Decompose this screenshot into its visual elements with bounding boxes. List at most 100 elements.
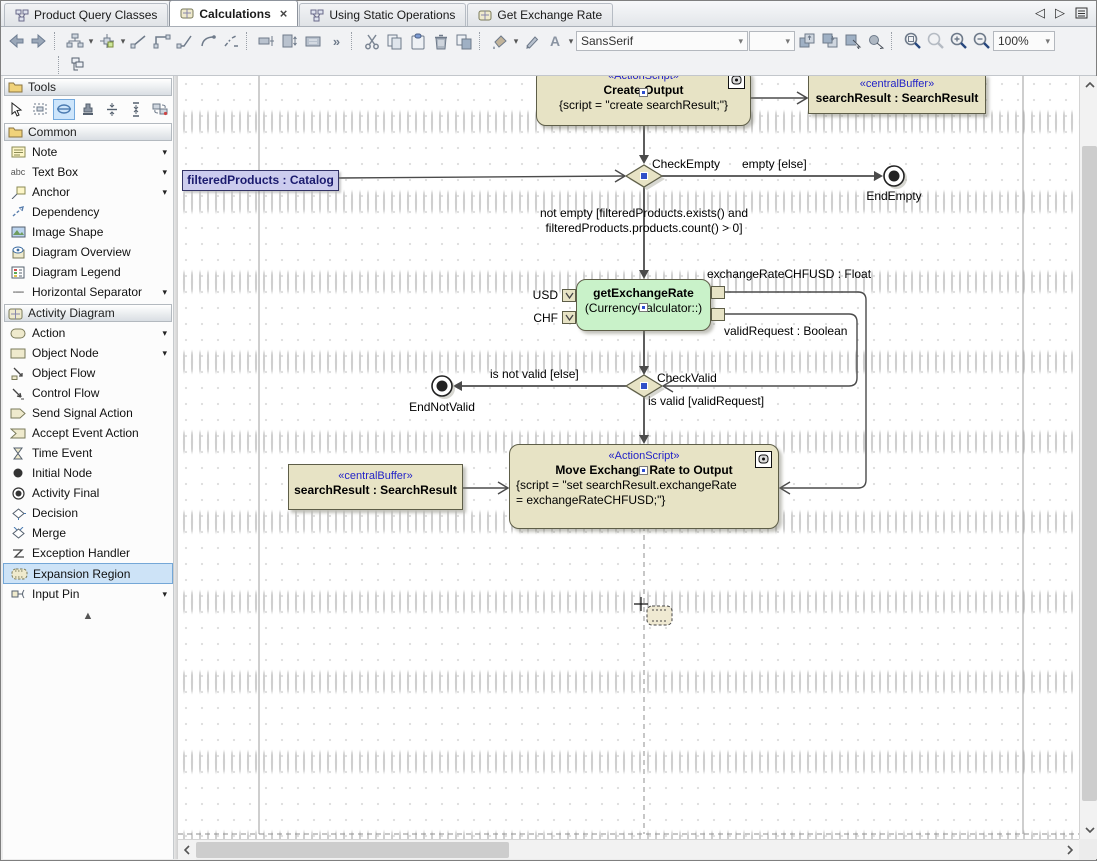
- palette-item-control-flow[interactable]: Control Flow: [3, 383, 173, 403]
- palette-item-image-shape[interactable]: Image Shape: [3, 222, 173, 242]
- quicklayout-icon[interactable]: [96, 30, 118, 52]
- refresh-diagram-icon[interactable]: [149, 99, 171, 120]
- palette-item-activity-final[interactable]: Activity Final: [3, 483, 173, 503]
- forward-icon[interactable]: [28, 30, 50, 52]
- make-same-height-icon[interactable]: [279, 30, 301, 52]
- copy-icon[interactable]: [384, 30, 406, 52]
- diagram-legend-icon: [9, 266, 27, 279]
- tab-using-static-operations[interactable]: Using Static Operations: [299, 3, 466, 26]
- value-pin-chf[interactable]: [562, 311, 576, 324]
- palette-item-text-box[interactable]: abc Text Box▾: [3, 162, 173, 182]
- value-pin-usd[interactable]: [562, 289, 576, 302]
- line-color-icon[interactable]: [521, 30, 543, 52]
- toolbar-overflow-icon[interactable]: »: [325, 30, 347, 52]
- zoom-out-icon[interactable]: [970, 30, 992, 52]
- make-same-width-icon[interactable]: [256, 30, 278, 52]
- paste-icon[interactable]: [407, 30, 429, 52]
- palette-item-send-signal-action[interactable]: Send Signal Action: [3, 403, 173, 423]
- custom-path-icon[interactable]: [220, 30, 242, 52]
- tab-scroll-left-icon[interactable]: ◁: [1035, 5, 1045, 21]
- layout-diagram-icon[interactable]: [64, 30, 86, 52]
- scroll-down-icon[interactable]: [1080, 821, 1097, 839]
- copy-with-format-icon[interactable]: [453, 30, 475, 52]
- curved-path-icon[interactable]: [197, 30, 219, 52]
- zoom-region-icon[interactable]: [901, 30, 923, 52]
- central-buffer-search-result-bottom[interactable]: «centralBuffer» searchResult : SearchRes…: [288, 464, 463, 510]
- object-node-filtered-products[interactable]: filteredProducts : Catalog: [182, 170, 339, 191]
- fill-color-caret[interactable]: ▾: [512, 36, 520, 47]
- palette-item-decision[interactable]: Decision: [3, 503, 173, 523]
- scroll-left-icon[interactable]: [178, 840, 196, 860]
- tab-product-query-classes[interactable]: Product Query Classes: [4, 3, 168, 26]
- palette-item-expansion-region[interactable]: Expansion Region: [3, 563, 173, 584]
- palette-header-common[interactable]: Common: [4, 123, 172, 141]
- palette-header-activity-diagram[interactable]: Activity Diagram: [4, 304, 172, 322]
- palette-item-note[interactable]: Note▾: [3, 142, 173, 162]
- zoom-in-icon[interactable]: [947, 30, 969, 52]
- layout-dropdown-caret[interactable]: ▾: [87, 36, 95, 47]
- palette-header-tools[interactable]: Tools: [4, 78, 172, 96]
- zoom-level-combo[interactable]: 100% ▾: [993, 31, 1055, 51]
- output-pin-valid-request[interactable]: [711, 308, 725, 321]
- zoom-level-value: 100%: [998, 34, 1029, 48]
- tab-get-exchange-rate[interactable]: Get Exchange Rate: [467, 3, 613, 26]
- select-in-browser-icon[interactable]: [842, 30, 864, 52]
- palette-item-exception-handler[interactable]: Exception Handler: [3, 543, 173, 563]
- distribute-vertical-icon[interactable]: [101, 99, 123, 120]
- palette-item-merge[interactable]: Merge: [3, 523, 173, 543]
- bent-path-icon[interactable]: [174, 30, 196, 52]
- scrollbar-corner: [1079, 839, 1097, 859]
- palette-item-diagram-legend[interactable]: Diagram Legend: [3, 262, 173, 282]
- horizontal-scroll-thumb[interactable]: [196, 842, 509, 858]
- send-to-back-icon[interactable]: [819, 30, 841, 52]
- palette-item-object-node[interactable]: Object Node▾: [3, 343, 173, 363]
- vertical-scrollbar[interactable]: [1079, 76, 1097, 839]
- show-containment-icon[interactable]: [67, 54, 89, 76]
- palette-item-initial-node[interactable]: Initial Node: [3, 463, 173, 483]
- palette-item-input-pin[interactable]: Input Pin▾: [3, 584, 173, 604]
- bring-to-front-icon[interactable]: [796, 30, 818, 52]
- tab-calculations[interactable]: Calculations ×: [169, 0, 298, 26]
- font-color-caret[interactable]: ▾: [567, 36, 575, 47]
- palette-item-action[interactable]: Action▾: [3, 323, 173, 343]
- back-icon[interactable]: [5, 30, 27, 52]
- scroll-up-icon[interactable]: [1080, 76, 1097, 94]
- diagram-canvas[interactable]: «ActionScript» Create Output {script = "…: [178, 76, 1079, 839]
- vertical-scroll-thumb[interactable]: [1082, 146, 1097, 801]
- stamp-tool-icon[interactable]: [77, 99, 99, 120]
- palette-item-accept-event-action[interactable]: Accept Event Action: [3, 423, 173, 443]
- oblique-path-icon[interactable]: [128, 30, 150, 52]
- palette-item-object-flow[interactable]: Object Flow: [3, 363, 173, 383]
- horizontal-scrollbar[interactable]: [178, 839, 1079, 859]
- quicklayout-dropdown-caret[interactable]: ▾: [119, 36, 127, 47]
- marquee-tool-icon[interactable]: [29, 99, 51, 120]
- pointer-tool-icon[interactable]: [5, 99, 27, 120]
- tab-list-icon[interactable]: [1075, 7, 1088, 19]
- palette-item-diagram-overview[interactable]: Diagram Overview: [3, 242, 173, 262]
- related-elements-icon[interactable]: [865, 30, 887, 52]
- tab-scroll-right-icon[interactable]: ▷: [1055, 5, 1065, 21]
- cut-icon[interactable]: [361, 30, 383, 52]
- zoom-selection-icon[interactable]: [924, 30, 946, 52]
- palette-item-anchor[interactable]: Anchor▾: [3, 182, 173, 202]
- delete-icon[interactable]: [430, 30, 452, 52]
- compress-vertical-icon[interactable]: [125, 99, 147, 120]
- tab-close-icon[interactable]: ×: [280, 9, 288, 19]
- output-pin-exchange-rate[interactable]: [711, 286, 725, 299]
- action-create-output[interactable]: «ActionScript» Create Output {script = "…: [536, 76, 751, 126]
- font-family-combo[interactable]: SansSerif ▾: [576, 31, 748, 51]
- scroll-right-icon[interactable]: [1061, 840, 1079, 860]
- action-move-exchange-rate[interactable]: «ActionScript» Move Exchange Rate to Out…: [509, 444, 779, 529]
- palette-item-dependency[interactable]: Dependency: [3, 202, 173, 222]
- font-size-combo[interactable]: ▾: [749, 31, 795, 51]
- palette-item-time-event[interactable]: Time Event: [3, 443, 173, 463]
- font-color-icon[interactable]: A: [544, 30, 566, 52]
- palette-item-horizontal-separator[interactable]: ---- Horizontal Separator▾: [3, 282, 173, 302]
- fill-color-icon[interactable]: [489, 30, 511, 52]
- central-buffer-search-result-top[interactable]: «centralBuffer» searchResult : SearchRes…: [808, 76, 986, 114]
- rectilinear-path-icon[interactable]: [151, 30, 173, 52]
- make-same-size-icon[interactable]: [302, 30, 324, 52]
- link-tool-icon[interactable]: [53, 99, 75, 120]
- palette-scroll-up-icon[interactable]: ▲: [3, 610, 173, 622]
- pin-label-exchange-rate: exchangeRateCHFUSD : Float: [707, 267, 871, 281]
